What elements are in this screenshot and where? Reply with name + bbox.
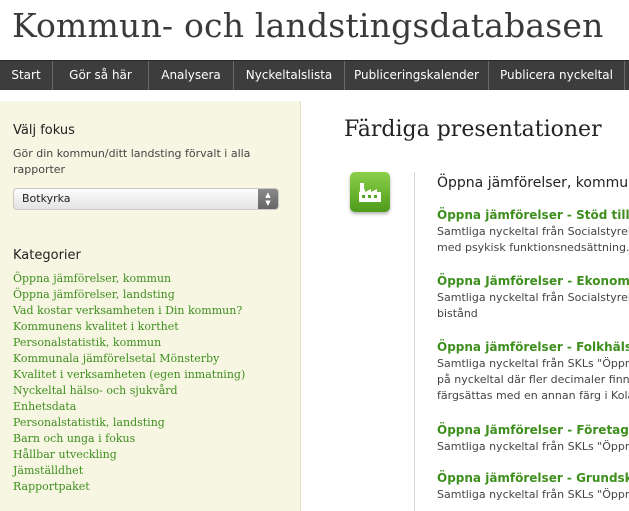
page-title: Färdiga presentationer — [344, 117, 602, 142]
category-link[interactable]: Kommunala jämförelsetal Mönsterby — [13, 351, 245, 367]
presentation-desc: bistånd — [437, 307, 478, 320]
presentation-item: Öppna Jämförelser - Ekonomisk Samtliga n… — [437, 272, 629, 322]
nav-nyckeltalslista[interactable]: Nyckeltalslista — [234, 61, 345, 90]
presentation-link[interactable]: Öppna Jämförelser - Företagskli — [437, 421, 629, 439]
category-link[interactable]: Enhetsdata — [13, 399, 245, 415]
focus-select-value: Botkyrka — [22, 192, 71, 205]
category-link[interactable]: Jämställdhet — [13, 463, 245, 479]
presentation-desc: färgsättas med en annan färg i Kola — [437, 389, 629, 402]
select-arrows-icon: ▲ ▼ — [258, 189, 278, 209]
presentation-link[interactable]: Öppna jämförelser - Stöd till pe — [437, 206, 629, 224]
group-title: Öppna jämförelser, kommun — [437, 175, 629, 191]
category-link[interactable]: Personalstatistik, kommun — [13, 335, 245, 351]
presentation-item: Öppna jämförelser - Grundskola Samtliga … — [437, 469, 629, 503]
focus-title: Välj fokus — [13, 123, 75, 138]
presentation-link[interactable]: Öppna Jämförelser - Ekonomisk — [437, 272, 629, 290]
presentation-desc: Samtliga nyckeltal från Socialstyrels — [437, 291, 629, 304]
category-link[interactable]: Rapportpaket — [13, 479, 245, 495]
main-nav: Start Gör så här Analysera Nyckeltalslis… — [0, 60, 629, 90]
category-list: Öppna jämförelser, kommun Öppna jämförel… — [13, 271, 245, 495]
factory-icon — [350, 172, 390, 212]
category-link[interactable]: Nyckeltal hälso- och sjukvård — [13, 383, 245, 399]
nav-publiceringskalender[interactable]: Publiceringskalender — [345, 61, 489, 90]
category-link[interactable]: Kvalitet i verksamheten (egen inmatning) — [13, 367, 245, 383]
category-link[interactable]: Öppna jämförelser, kommun — [13, 271, 245, 287]
category-link[interactable]: Kommunens kvalitet i korthet — [13, 319, 245, 335]
category-link[interactable]: Barn och unga i fokus — [13, 431, 245, 447]
nav-start[interactable]: Start — [0, 61, 53, 90]
category-link[interactable]: Vad kostar verksamheten i Din kommun? — [13, 303, 245, 319]
divider-line — [414, 172, 415, 511]
category-link[interactable]: Personalstatistik, landsting — [13, 415, 245, 431]
category-link[interactable]: Öppna jämförelser, landsting — [13, 287, 245, 303]
presentation-desc: på nyckeltal där fler decimaler finns — [437, 373, 629, 386]
focus-select[interactable]: Botkyrka ▲ ▼ — [13, 188, 279, 210]
nav-publicera-nyckeltal[interactable]: Publicera nyckeltal — [489, 61, 625, 90]
presentation-link[interactable]: Öppna jämförelser - Folkhälsa, l — [437, 338, 629, 356]
presentation-item: Öppna Jämförelser - Företagskli Samtliga… — [437, 421, 629, 455]
presentation-link[interactable]: Öppna jämförelser - Grundskola — [437, 469, 629, 487]
category-link[interactable]: Hållbar utveckling — [13, 447, 245, 463]
nav-gor-sa-har[interactable]: Gör så här — [53, 61, 149, 90]
presentation-desc: Samtliga nyckeltal från SKLs "Öppna — [437, 357, 629, 370]
categories-title: Kategorier — [13, 248, 81, 263]
presentation-desc: Samtliga nyckeltal från SKLs "Öppna — [437, 488, 629, 501]
focus-description: Gör din kommun/ditt landsting förvalt i … — [13, 147, 251, 176]
presentation-desc: Samtliga nyckeltal från Socialstyrels — [437, 225, 629, 238]
presentation-item: Öppna jämförelser - Stöd till pe Samtlig… — [437, 206, 629, 256]
presentation-desc: Samtliga nyckeltal från SKLs "Öppna — [437, 440, 629, 453]
nav-analysera[interactable]: Analysera — [149, 61, 234, 90]
site-title: Kommun- och landstingsdatabasen — [12, 6, 604, 45]
presentation-desc: med psykisk funktionsnedsättning. — [437, 241, 629, 254]
sidebar: Välj fokus Gör din kommun/ditt landsting… — [0, 101, 301, 511]
presentation-item: Öppna jämförelser - Folkhälsa, l Samtlig… — [437, 338, 629, 404]
